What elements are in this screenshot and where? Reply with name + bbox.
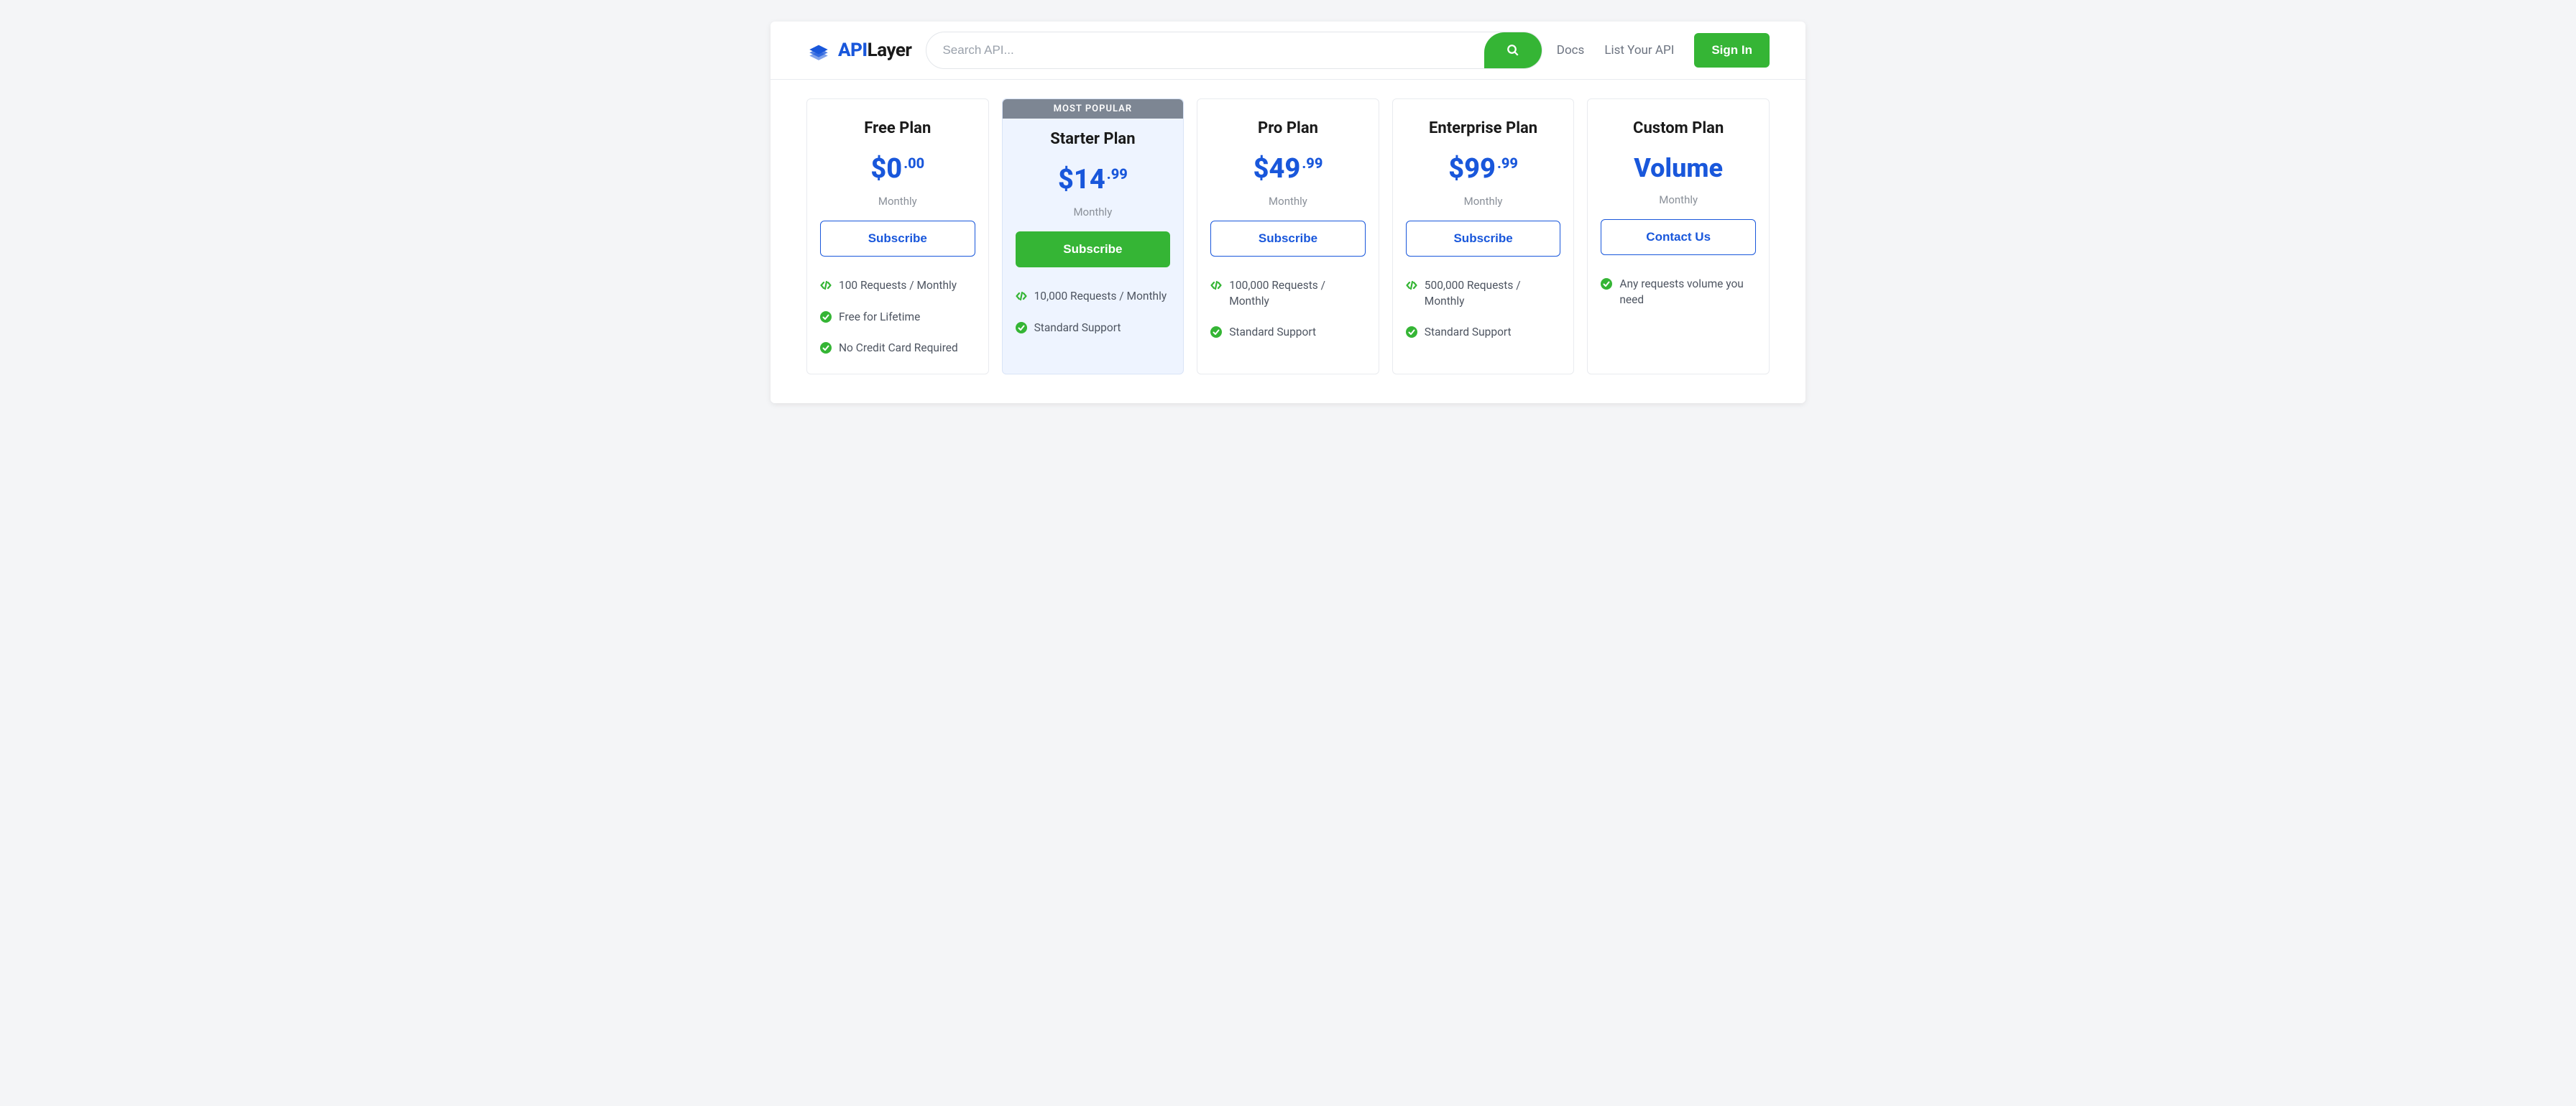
pricing-card: Custom Plan Volume Monthly Contact Us Any re… — [1587, 98, 1770, 374]
pricing-card: MOST POPULARStarter Plan $14.99 Monthly Sub… — [1002, 98, 1184, 374]
search-bar — [926, 32, 1542, 69]
feature-list: 100,000 Requests / Monthly Standard Suppo… — [1210, 278, 1366, 341]
price-main: $0 — [870, 153, 902, 185]
plan-cta-button[interactable]: Subscribe — [820, 221, 975, 257]
plan-cta-button[interactable]: Subscribe — [1210, 221, 1366, 257]
code-icon — [820, 280, 832, 291]
feature-item: 10,000 Requests / Monthly — [1016, 289, 1171, 305]
popular-badge: MOST POPULAR — [1003, 99, 1184, 119]
feature-item: Standard Support — [1210, 325, 1366, 341]
check-circle-icon — [1016, 322, 1027, 333]
feature-text: 500,000 Requests / Monthly — [1425, 278, 1561, 309]
price-main: $14 — [1058, 164, 1105, 195]
sign-in-button[interactable]: Sign In — [1694, 33, 1770, 68]
plan-title: Free Plan — [820, 99, 975, 137]
price-main: $49 — [1254, 153, 1301, 185]
plan-price: $49.99 — [1210, 153, 1366, 185]
feature-text: Standard Support — [1425, 325, 1561, 341]
search-button[interactable] — [1484, 32, 1542, 68]
plan-title: Enterprise Plan — [1406, 99, 1561, 137]
plan-period: Monthly — [1016, 206, 1171, 218]
feature-text: Any requests volume you need — [1619, 277, 1756, 308]
feature-text: Standard Support — [1229, 325, 1366, 341]
plan-price-volume: Volume — [1601, 153, 1756, 183]
feature-text: Free for Lifetime — [839, 310, 975, 326]
nav-docs[interactable]: Docs — [1557, 43, 1585, 57]
logo-icon — [806, 38, 831, 63]
nav-links: Docs List Your API Sign In — [1557, 33, 1770, 68]
check-circle-icon — [1210, 326, 1222, 338]
nav-list-api[interactable]: List Your API — [1604, 43, 1674, 57]
search-icon — [1506, 44, 1519, 57]
plan-title: Starter Plan — [1016, 119, 1171, 148]
feature-text: No Credit Card Required — [839, 341, 975, 356]
feature-item: Standard Support — [1016, 321, 1171, 336]
feature-list: 500,000 Requests / Monthly Standard Suppo… — [1406, 278, 1561, 341]
plan-price: $99.99 — [1406, 153, 1561, 185]
plan-period: Monthly — [820, 195, 975, 208]
plan-title: Pro Plan — [1210, 99, 1366, 137]
plan-cta-button[interactable]: Subscribe — [1406, 221, 1561, 257]
feature-text: Standard Support — [1034, 321, 1171, 336]
code-icon — [1406, 280, 1417, 291]
pricing-card: Enterprise Plan $99.99 Monthly Subscribe 500… — [1392, 98, 1575, 374]
plan-period: Monthly — [1601, 193, 1756, 206]
check-circle-icon — [1406, 326, 1417, 338]
check-circle-icon — [820, 311, 832, 323]
pricing-card: Pro Plan $49.99 Monthly Subscribe 100,000 Re… — [1197, 98, 1379, 374]
search-input[interactable] — [926, 43, 1484, 57]
pricing-grid: Free Plan $0.00 Monthly Subscribe 100 Reques… — [770, 80, 1806, 403]
feature-item: 500,000 Requests / Monthly — [1406, 278, 1561, 309]
price-cents: .00 — [903, 155, 924, 172]
pricing-window: APILayer Docs List Your API Sign In Free… — [770, 22, 1806, 403]
feature-item: Any requests volume you need — [1601, 277, 1756, 308]
plan-title: Custom Plan — [1601, 99, 1756, 137]
feature-item: No Credit Card Required — [820, 341, 975, 356]
feature-text: 100 Requests / Monthly — [839, 278, 975, 294]
header: APILayer Docs List Your API Sign In — [770, 22, 1806, 80]
code-icon — [1210, 280, 1222, 291]
feature-list: Any requests volume you need — [1601, 277, 1756, 308]
plan-period: Monthly — [1406, 195, 1561, 208]
feature-item: Free for Lifetime — [820, 310, 975, 326]
feature-item: 100 Requests / Monthly — [820, 278, 975, 294]
brand-primary: API — [838, 40, 868, 61]
plan-price: $14.99 — [1016, 164, 1171, 195]
feature-text: 10,000 Requests / Monthly — [1034, 289, 1171, 305]
check-circle-icon — [820, 342, 832, 354]
price-cents: .99 — [1302, 155, 1322, 172]
price-cents: .99 — [1497, 155, 1518, 172]
pricing-card: Free Plan $0.00 Monthly Subscribe 100 Reques… — [806, 98, 989, 374]
feature-item: 100,000 Requests / Monthly — [1210, 278, 1366, 309]
feature-list: 10,000 Requests / Monthly Standard Suppor… — [1016, 289, 1171, 336]
price-main: $99 — [1448, 153, 1496, 185]
code-icon — [1016, 290, 1027, 302]
check-circle-icon — [1601, 278, 1612, 290]
plan-cta-button[interactable]: Contact Us — [1601, 219, 1756, 255]
feature-text: 100,000 Requests / Monthly — [1229, 278, 1366, 309]
feature-list: 100 Requests / Monthly Free for Lifetime N… — [820, 278, 975, 356]
plan-period: Monthly — [1210, 195, 1366, 208]
brand-secondary: Layer — [868, 40, 912, 61]
feature-item: Standard Support — [1406, 325, 1561, 341]
plan-price: $0.00 — [820, 153, 975, 185]
plan-cta-button[interactable]: Subscribe — [1016, 231, 1171, 267]
price-cents: .99 — [1107, 165, 1128, 183]
brand-logo[interactable]: APILayer — [806, 38, 911, 63]
